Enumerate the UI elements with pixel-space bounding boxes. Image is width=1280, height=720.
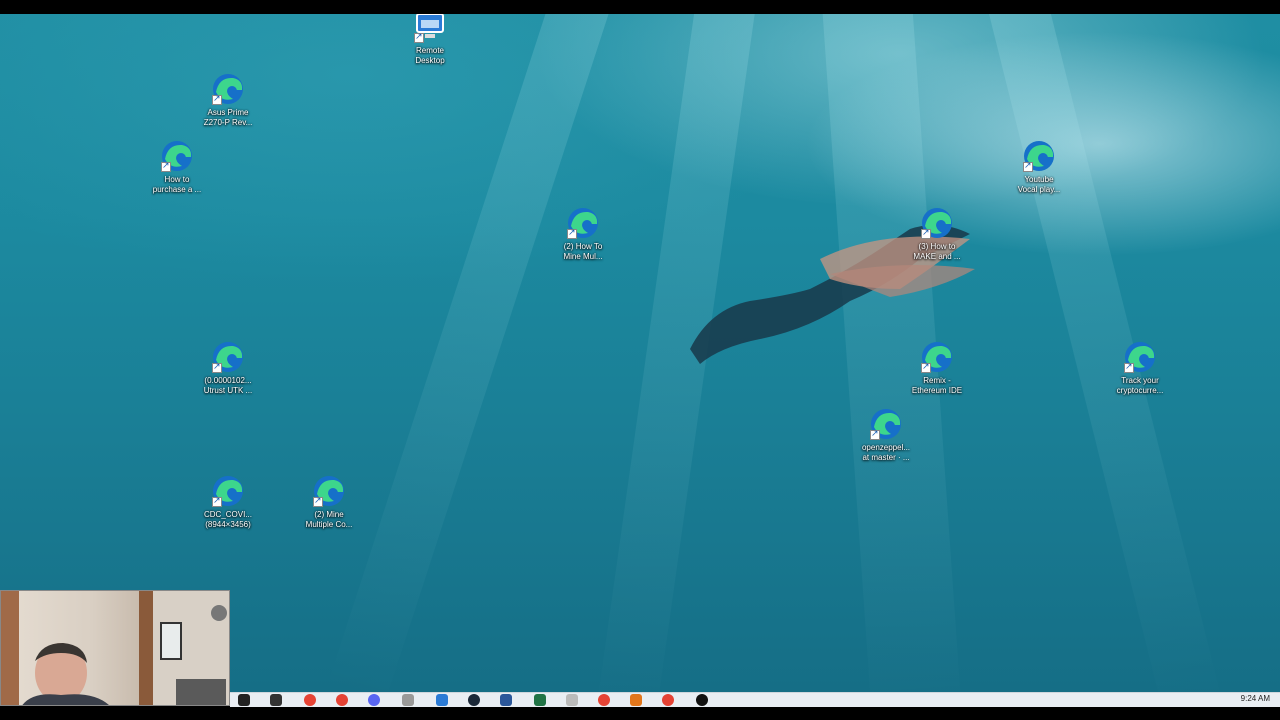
steam-icon[interactable] — [468, 694, 480, 706]
file-icon[interactable] — [566, 694, 578, 706]
excel-icon[interactable] — [534, 694, 546, 706]
edge-icon — [211, 474, 245, 508]
edge-icon — [1123, 340, 1157, 374]
edge-icon — [920, 206, 954, 240]
edge-icon — [1022, 139, 1056, 173]
edge-icon — [920, 340, 954, 374]
desktop-icon-how-to-mine[interactable]: (2) How To Mine Mul... — [547, 206, 619, 262]
desktop-icon-openzeppelin[interactable]: openzeppel... at master · ... — [850, 407, 922, 463]
edge-icon — [869, 407, 903, 441]
desktop-icon-asus-prime[interactable]: Asus Prime Z270-P Rev... — [192, 72, 264, 128]
edge-icon — [566, 206, 600, 240]
chrome-icon[interactable] — [598, 694, 610, 706]
metamask-icon[interactable] — [630, 694, 642, 706]
taskbar: 9:24 AM — [230, 692, 1280, 707]
app-icon[interactable] — [402, 694, 414, 706]
webcam-overlay — [0, 590, 230, 706]
desktop-icon-remote-desktop[interactable]: Remote Desktop — [394, 14, 466, 66]
remote-desktop-icon — [413, 14, 447, 44]
desktop-icon-how-to-make[interactable]: (3) How to MAKE and ... — [901, 206, 973, 262]
chrome-icon[interactable] — [304, 694, 316, 706]
obs-icon[interactable] — [696, 694, 708, 706]
desktop-icon-youtube-vocal[interactable]: Youtube Vocal play... — [1003, 139, 1075, 195]
taskbar-clock[interactable]: 9:24 AM — [1241, 694, 1270, 703]
edge-icon — [312, 474, 346, 508]
desktop-icon-utrust[interactable]: (0.0000102... Utrust UTK ... — [192, 340, 264, 396]
desktop-icon-track-crypto[interactable]: Track your cryptocurre... — [1104, 340, 1176, 396]
edge-icon — [211, 340, 245, 374]
app-icon[interactable] — [270, 694, 282, 706]
light-ray — [326, 14, 619, 692]
chrome-icon[interactable] — [662, 694, 674, 706]
desktop-icon-cdc-covid[interactable]: CDC_COVI... (8944×3456) — [192, 474, 264, 530]
discord-icon[interactable] — [368, 694, 380, 706]
desktop-icon-mine-multiple[interactable]: (2) Mine Multiple Co... — [293, 474, 365, 530]
edge-icon — [160, 139, 194, 173]
webcam-person-image — [1, 591, 229, 705]
desktop-icon-how-to-purchase[interactable]: How to purchase a ... — [141, 139, 213, 195]
task-view-icon[interactable] — [238, 694, 250, 706]
light-ray — [980, 14, 1223, 692]
edge-icon — [211, 72, 245, 106]
chrome-icon[interactable] — [336, 694, 348, 706]
mail-icon[interactable] — [436, 694, 448, 706]
word-icon[interactable] — [500, 694, 512, 706]
desktop-icon-remix-ide[interactable]: Remix - Ethereum IDE — [901, 340, 973, 396]
